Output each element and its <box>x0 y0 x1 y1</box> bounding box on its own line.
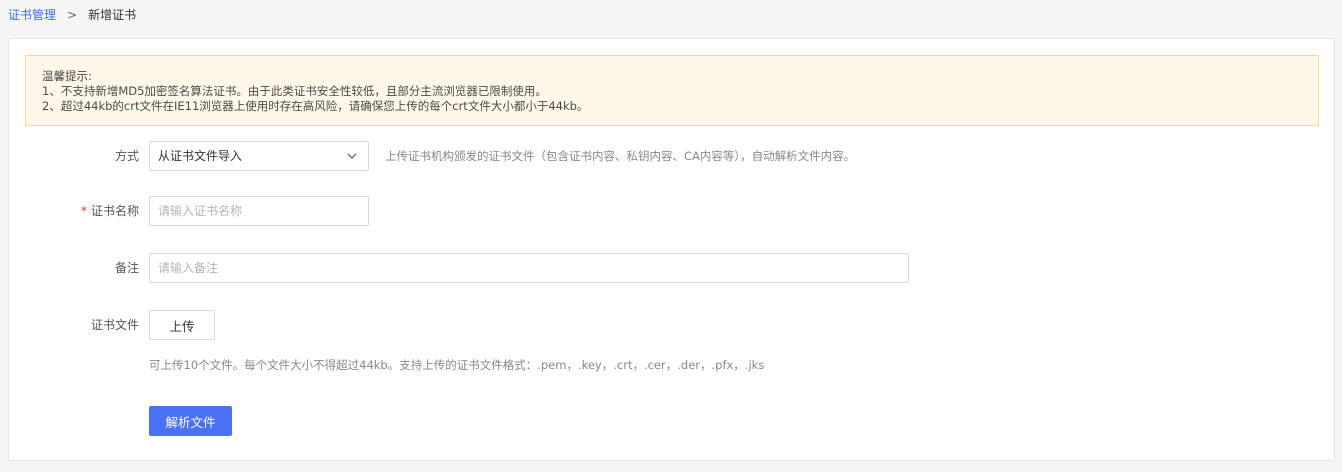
upload-hint: 可上传10个文件。每个文件大小不得超过44kb。支持上传的证书文件格式：.pem… <box>149 358 765 372</box>
required-mark: * <box>80 204 87 218</box>
breadcrumb-current: 新增证书 <box>88 8 137 22</box>
breadcrumb-certificate-management[interactable]: 证书管理 <box>8 8 56 22</box>
file-row: 证书文件 上传 <box>9 310 1309 340</box>
remark-input[interactable] <box>149 253 909 283</box>
chevron-down-icon <box>347 153 357 159</box>
notice-line-1: 1、不支持新增MD5加密签名算法证书。由于此类证书安全性较低，且部分主流浏览器已… <box>42 84 547 98</box>
notice-line-2: 2、超过44kb的crt文件在IE11浏览器上使用时存在高风险，请确保您上传的每… <box>42 99 589 113</box>
form-card: 温馨提示: 1、不支持新增MD5加密签名算法证书。由于此类证书安全性较低，且部分… <box>8 38 1335 461</box>
remark-label: 备注 <box>114 261 139 275</box>
breadcrumb-separator: > <box>67 8 78 22</box>
method-row: 方式 从证书文件导入 上传证书机构颁发的证书文件（包含证书内容、私钥内容、CA内… <box>9 141 1309 171</box>
certificate-name-input[interactable] <box>149 196 369 226</box>
breadcrumb: 证书管理 > 新增证书 <box>8 7 136 23</box>
method-label: 方式 <box>114 149 139 163</box>
name-label: * 证书名称 <box>9 196 139 226</box>
method-select-value: 从证书文件导入 <box>158 149 243 163</box>
parse-file-button[interactable]: 解析文件 <box>149 406 232 436</box>
upload-button[interactable]: 上传 <box>149 310 215 340</box>
notice-title: 温馨提示: <box>42 69 92 83</box>
remark-row: 备注 <box>9 253 1309 283</box>
name-label-text: 证书名称 <box>90 204 139 218</box>
file-label: 证书文件 <box>90 318 139 332</box>
method-select[interactable]: 从证书文件导入 <box>149 141 369 171</box>
method-hint: 上传证书机构颁发的证书文件（包含证书内容、私钥内容、CA内容等），自动解析文件内… <box>385 149 856 163</box>
warning-notice: 温馨提示: 1、不支持新增MD5加密签名算法证书。由于此类证书安全性较低，且部分… <box>25 55 1319 126</box>
name-row: * 证书名称 <box>9 196 1309 226</box>
